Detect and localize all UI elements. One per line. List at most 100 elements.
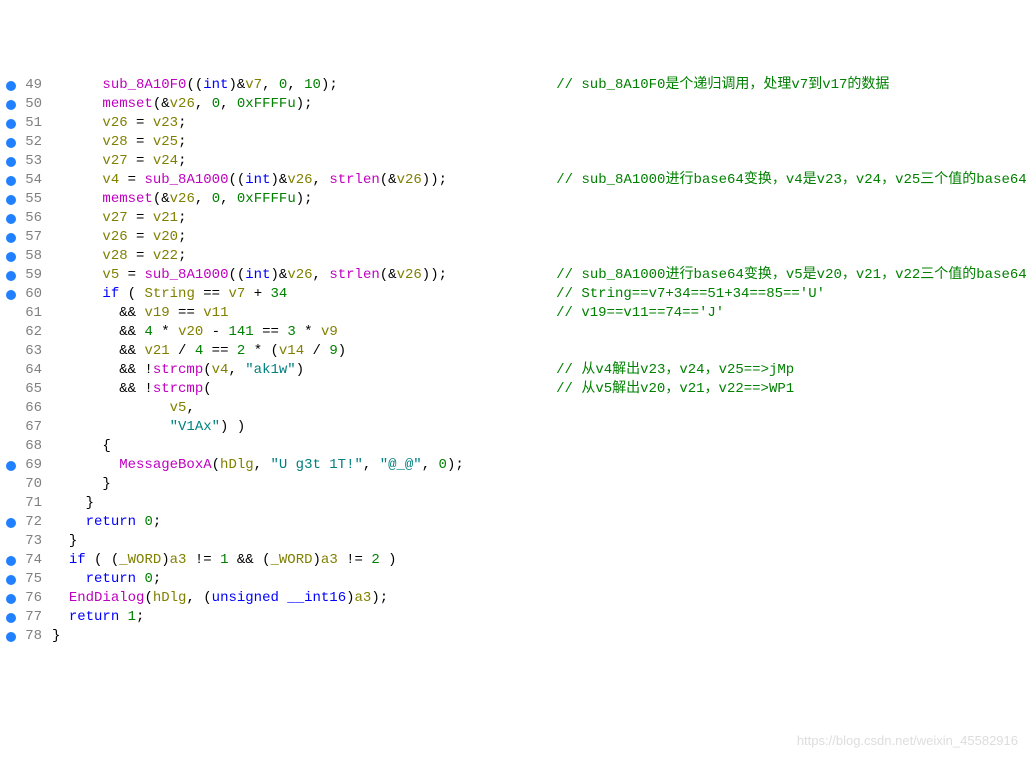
breakpoint-marker (6, 537, 16, 547)
breakpoint-marker (6, 404, 16, 414)
code-line[interactable]: && !strcmp( // 从v5解出v20，v21，v22==>WP1 (52, 380, 1032, 399)
breakpoint-marker[interactable] (6, 290, 16, 300)
breakpoint-marker[interactable] (6, 613, 16, 623)
line-number: 58 (22, 247, 42, 266)
line-number-row: 64 (0, 361, 48, 380)
line-number-row: 73 (0, 532, 48, 551)
breakpoint-marker[interactable] (6, 461, 16, 471)
code-line[interactable]: && 4 * v20 - 141 == 3 * v9 (52, 323, 1032, 342)
code-line[interactable]: && !strcmp(v4, "ak1w") // 从v4解出v23，v24，v… (52, 361, 1032, 380)
code-line[interactable]: } (52, 532, 1032, 551)
breakpoint-marker[interactable] (6, 157, 16, 167)
breakpoint-marker[interactable] (6, 100, 16, 110)
line-number-row: 50 (0, 95, 48, 114)
code-line[interactable]: v27 = v21; (52, 209, 1032, 228)
code-line[interactable]: && v19 == v11 // v19==v11==74=='J' (52, 304, 1032, 323)
code-line[interactable]: } (52, 475, 1032, 494)
line-number: 49 (22, 76, 42, 95)
breakpoint-marker[interactable] (6, 214, 16, 224)
breakpoint-marker[interactable] (6, 271, 16, 281)
line-number: 53 (22, 152, 42, 171)
line-number: 54 (22, 171, 42, 190)
breakpoint-marker[interactable] (6, 252, 16, 262)
code-line[interactable]: v27 = v24; (52, 152, 1032, 171)
breakpoint-marker (6, 423, 16, 433)
code-line[interactable]: { (52, 437, 1032, 456)
line-number-row: 57 (0, 228, 48, 247)
breakpoint-marker[interactable] (6, 81, 16, 91)
line-number-row: 69 (0, 456, 48, 475)
breakpoint-marker (6, 366, 16, 376)
code-line[interactable]: v28 = v25; (52, 133, 1032, 152)
line-number-row: 60 (0, 285, 48, 304)
line-number: 63 (22, 342, 42, 361)
code-line[interactable]: } (52, 627, 1032, 646)
line-number: 76 (22, 589, 42, 608)
code-line[interactable]: } (52, 494, 1032, 513)
breakpoint-marker (6, 499, 16, 509)
code-line[interactable]: memset(&v26, 0, 0xFFFFu); (52, 190, 1032, 209)
line-number: 72 (22, 513, 42, 532)
code-line[interactable]: v28 = v22; (52, 247, 1032, 266)
code-line[interactable]: && v21 / 4 == 2 * (v14 / 9) (52, 342, 1032, 361)
line-number-row: 76 (0, 589, 48, 608)
breakpoint-marker[interactable] (6, 119, 16, 129)
line-number: 75 (22, 570, 42, 589)
line-number-row: 70 (0, 475, 48, 494)
code-line[interactable]: v5, (52, 399, 1032, 418)
breakpoint-marker (6, 480, 16, 490)
code-line[interactable]: MessageBoxA(hDlg, "U g3t 1T!", "@_@", 0)… (52, 456, 1032, 475)
line-number: 67 (22, 418, 42, 437)
line-number: 62 (22, 323, 42, 342)
breakpoint-marker[interactable] (6, 138, 16, 148)
line-number: 56 (22, 209, 42, 228)
line-number-row: 49 (0, 76, 48, 95)
breakpoint-marker (6, 347, 16, 357)
breakpoint-marker[interactable] (6, 575, 16, 585)
line-number-row: 62 (0, 323, 48, 342)
line-number-row: 63 (0, 342, 48, 361)
code-line[interactable]: sub_8A10F0((int)&v7, 0, 10); // sub_8A10… (52, 76, 1032, 95)
breakpoint-marker[interactable] (6, 632, 16, 642)
breakpoint-marker (6, 442, 16, 452)
breakpoint-marker[interactable] (6, 518, 16, 528)
line-number-row: 53 (0, 152, 48, 171)
code-line[interactable]: if ( String == v7 + 34 // String==v7+34=… (52, 285, 1032, 304)
line-number-row: 77 (0, 608, 48, 627)
breakpoint-marker[interactable] (6, 195, 16, 205)
code-line[interactable]: "V1Ax") ) (52, 418, 1032, 437)
line-number: 73 (22, 532, 42, 551)
line-number: 74 (22, 551, 42, 570)
line-number-row: 52 (0, 133, 48, 152)
code-line[interactable]: if ( (_WORD)a3 != 1 && (_WORD)a3 != 2 ) (52, 551, 1032, 570)
breakpoint-marker (6, 309, 16, 319)
line-number: 68 (22, 437, 42, 456)
code-line[interactable]: memset(&v26, 0, 0xFFFFu); (52, 95, 1032, 114)
code-line[interactable]: return 1; (52, 608, 1032, 627)
code-editor[interactable]: 4950515253545556575859606162636465666768… (0, 76, 1032, 646)
line-number-row: 74 (0, 551, 48, 570)
code-line[interactable]: v4 = sub_8A1000((int)&v26, strlen(&v26))… (52, 171, 1032, 190)
code-line[interactable]: v26 = v23; (52, 114, 1032, 133)
line-number-row: 56 (0, 209, 48, 228)
breakpoint-marker[interactable] (6, 556, 16, 566)
line-number: 60 (22, 285, 42, 304)
code-line[interactable]: v5 = sub_8A1000((int)&v26, strlen(&v26))… (52, 266, 1032, 285)
line-number: 50 (22, 95, 42, 114)
line-number-row: 54 (0, 171, 48, 190)
line-number-row: 71 (0, 494, 48, 513)
breakpoint-marker[interactable] (6, 233, 16, 243)
line-number: 69 (22, 456, 42, 475)
line-number-row: 59 (0, 266, 48, 285)
line-number-row: 58 (0, 247, 48, 266)
code-line[interactable]: v26 = v20; (52, 228, 1032, 247)
line-number-row: 61 (0, 304, 48, 323)
line-number: 64 (22, 361, 42, 380)
breakpoint-marker[interactable] (6, 594, 16, 604)
code-line[interactable]: return 0; (52, 570, 1032, 589)
line-number: 65 (22, 380, 42, 399)
code-line[interactable]: EndDialog(hDlg, (unsigned __int16)a3); (52, 589, 1032, 608)
code-area[interactable]: sub_8A10F0((int)&v7, 0, 10); // sub_8A10… (48, 76, 1032, 646)
breakpoint-marker[interactable] (6, 176, 16, 186)
code-line[interactable]: return 0; (52, 513, 1032, 532)
